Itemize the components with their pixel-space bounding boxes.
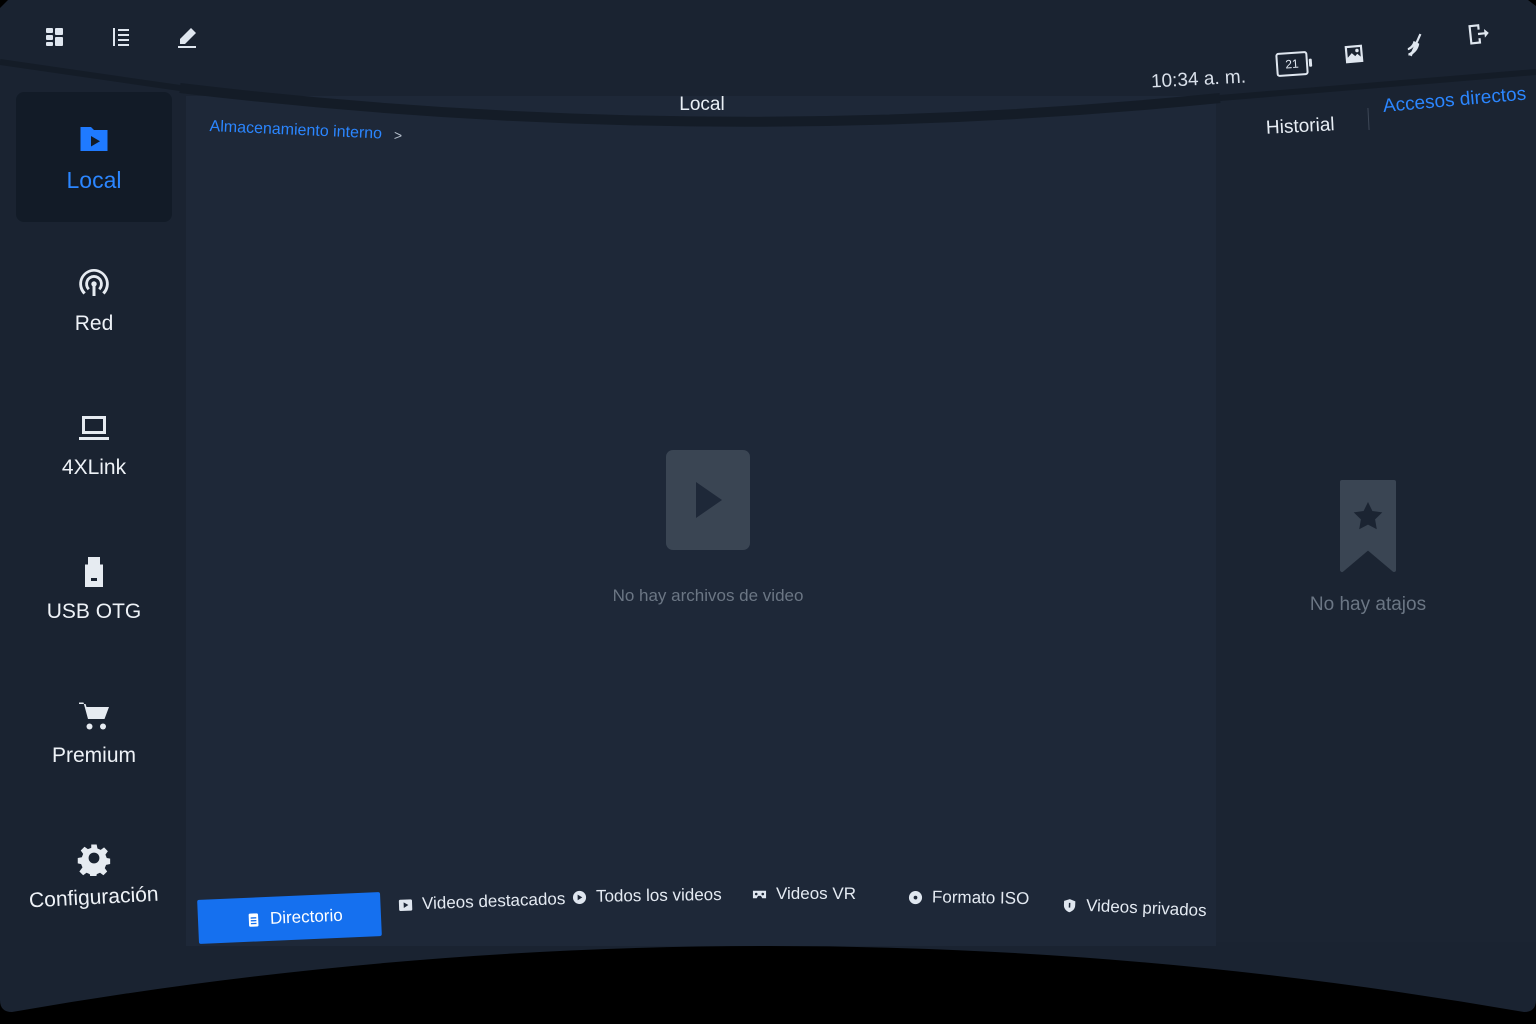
- gallery-icon[interactable]: [1337, 37, 1372, 72]
- vr-headset-icon: [752, 887, 767, 902]
- tab-private-videos[interactable]: Videos privados: [1062, 895, 1207, 921]
- sidebar-item-4xlink[interactable]: 4XLink: [16, 380, 172, 510]
- tab-label: Videos VR: [776, 884, 857, 903]
- sidebar-item-label: USB OTG: [46, 600, 142, 623]
- tab-label: Directorio: [269, 905, 344, 928]
- right-panel-tabs: Historial Accesos directos: [1264, 92, 1514, 152]
- tab-vr-videos[interactable]: Videos VR: [752, 884, 856, 904]
- list-view-icon[interactable]: [106, 22, 136, 52]
- sidebar-item-label: 4XLink: [61, 456, 127, 479]
- directory-icon: [246, 912, 262, 928]
- network-icon: [76, 266, 112, 302]
- empty-video-message: No hay archivos de video: [612, 586, 804, 605]
- tab-label: Videos privados: [1085, 895, 1208, 921]
- battery-icon: 21: [1275, 47, 1309, 81]
- sidebar-item-premium[interactable]: Premium: [16, 668, 172, 798]
- cart-icon: [76, 698, 112, 734]
- sidebar-item-label: Premium: [51, 744, 136, 767]
- sidebar-item-network[interactable]: Red: [16, 236, 172, 366]
- tab-label: Videos destacados: [421, 889, 566, 914]
- usb-drive-icon: [76, 554, 112, 590]
- sidebar-item-label: Local: [66, 166, 122, 193]
- app-panel: 10:34 a. m. 21 Local Local Red 4XLink US…: [0, 0, 1536, 1024]
- sidebar-item-label: Configuración: [28, 882, 160, 913]
- sidebar-item-usb-otg[interactable]: USB OTG: [16, 524, 172, 654]
- tab-directory[interactable]: Directorio: [197, 892, 381, 944]
- local-file-icon: [76, 121, 112, 157]
- tab-label: Todos los videos: [595, 884, 722, 906]
- no-cast-icon[interactable]: [1398, 26, 1433, 61]
- play-circle-icon: [572, 889, 587, 904]
- empty-video-state: No hay archivos de video: [628, 450, 788, 606]
- tab-iso-format[interactable]: Formato ISO: [908, 887, 1030, 909]
- breadcrumb-separator: >: [393, 127, 403, 144]
- edit-icon[interactable]: [172, 22, 202, 52]
- tab-shortcuts[interactable]: Accesos directos: [1382, 84, 1527, 118]
- exit-icon[interactable]: [1460, 16, 1495, 51]
- toolbar-right: 10:34 a. m. 21: [1151, 18, 1494, 50]
- shield-icon: [1062, 897, 1078, 913]
- gear-icon: [76, 840, 112, 876]
- empty-shortcuts-state: No hay atajos: [1300, 478, 1436, 616]
- disc-icon: [908, 889, 923, 904]
- sidebar: Local Red 4XLink USB OTG Premium Configu…: [16, 86, 186, 946]
- play-icon: [666, 450, 750, 550]
- tab-all-videos[interactable]: Todos los videos: [572, 885, 722, 907]
- bottom-tab-bar: Directorio Videos destacados Todos los v…: [196, 876, 1206, 948]
- tab-label: Formato ISO: [931, 887, 1030, 909]
- sidebar-item-label: Red: [74, 312, 114, 335]
- clock: 10:34 a. m.: [1150, 66, 1247, 93]
- page-title: Local: [679, 94, 725, 115]
- bookmark-star-icon: [1338, 478, 1398, 574]
- sidebar-item-settings[interactable]: Configuración: [16, 810, 172, 940]
- toolbar-left: [40, 22, 202, 52]
- tab-divider: [1367, 108, 1369, 130]
- tab-history[interactable]: Historial: [1265, 114, 1335, 140]
- sidebar-item-local[interactable]: Local: [16, 92, 172, 222]
- laptop-icon: [76, 410, 112, 446]
- battery-level: 21: [1275, 51, 1309, 77]
- grid-view-icon[interactable]: [40, 22, 70, 52]
- featured-video-icon: [398, 897, 414, 913]
- tab-featured-videos[interactable]: Videos destacados: [398, 889, 566, 915]
- empty-shortcuts-message: No hay atajos: [1309, 594, 1427, 615]
